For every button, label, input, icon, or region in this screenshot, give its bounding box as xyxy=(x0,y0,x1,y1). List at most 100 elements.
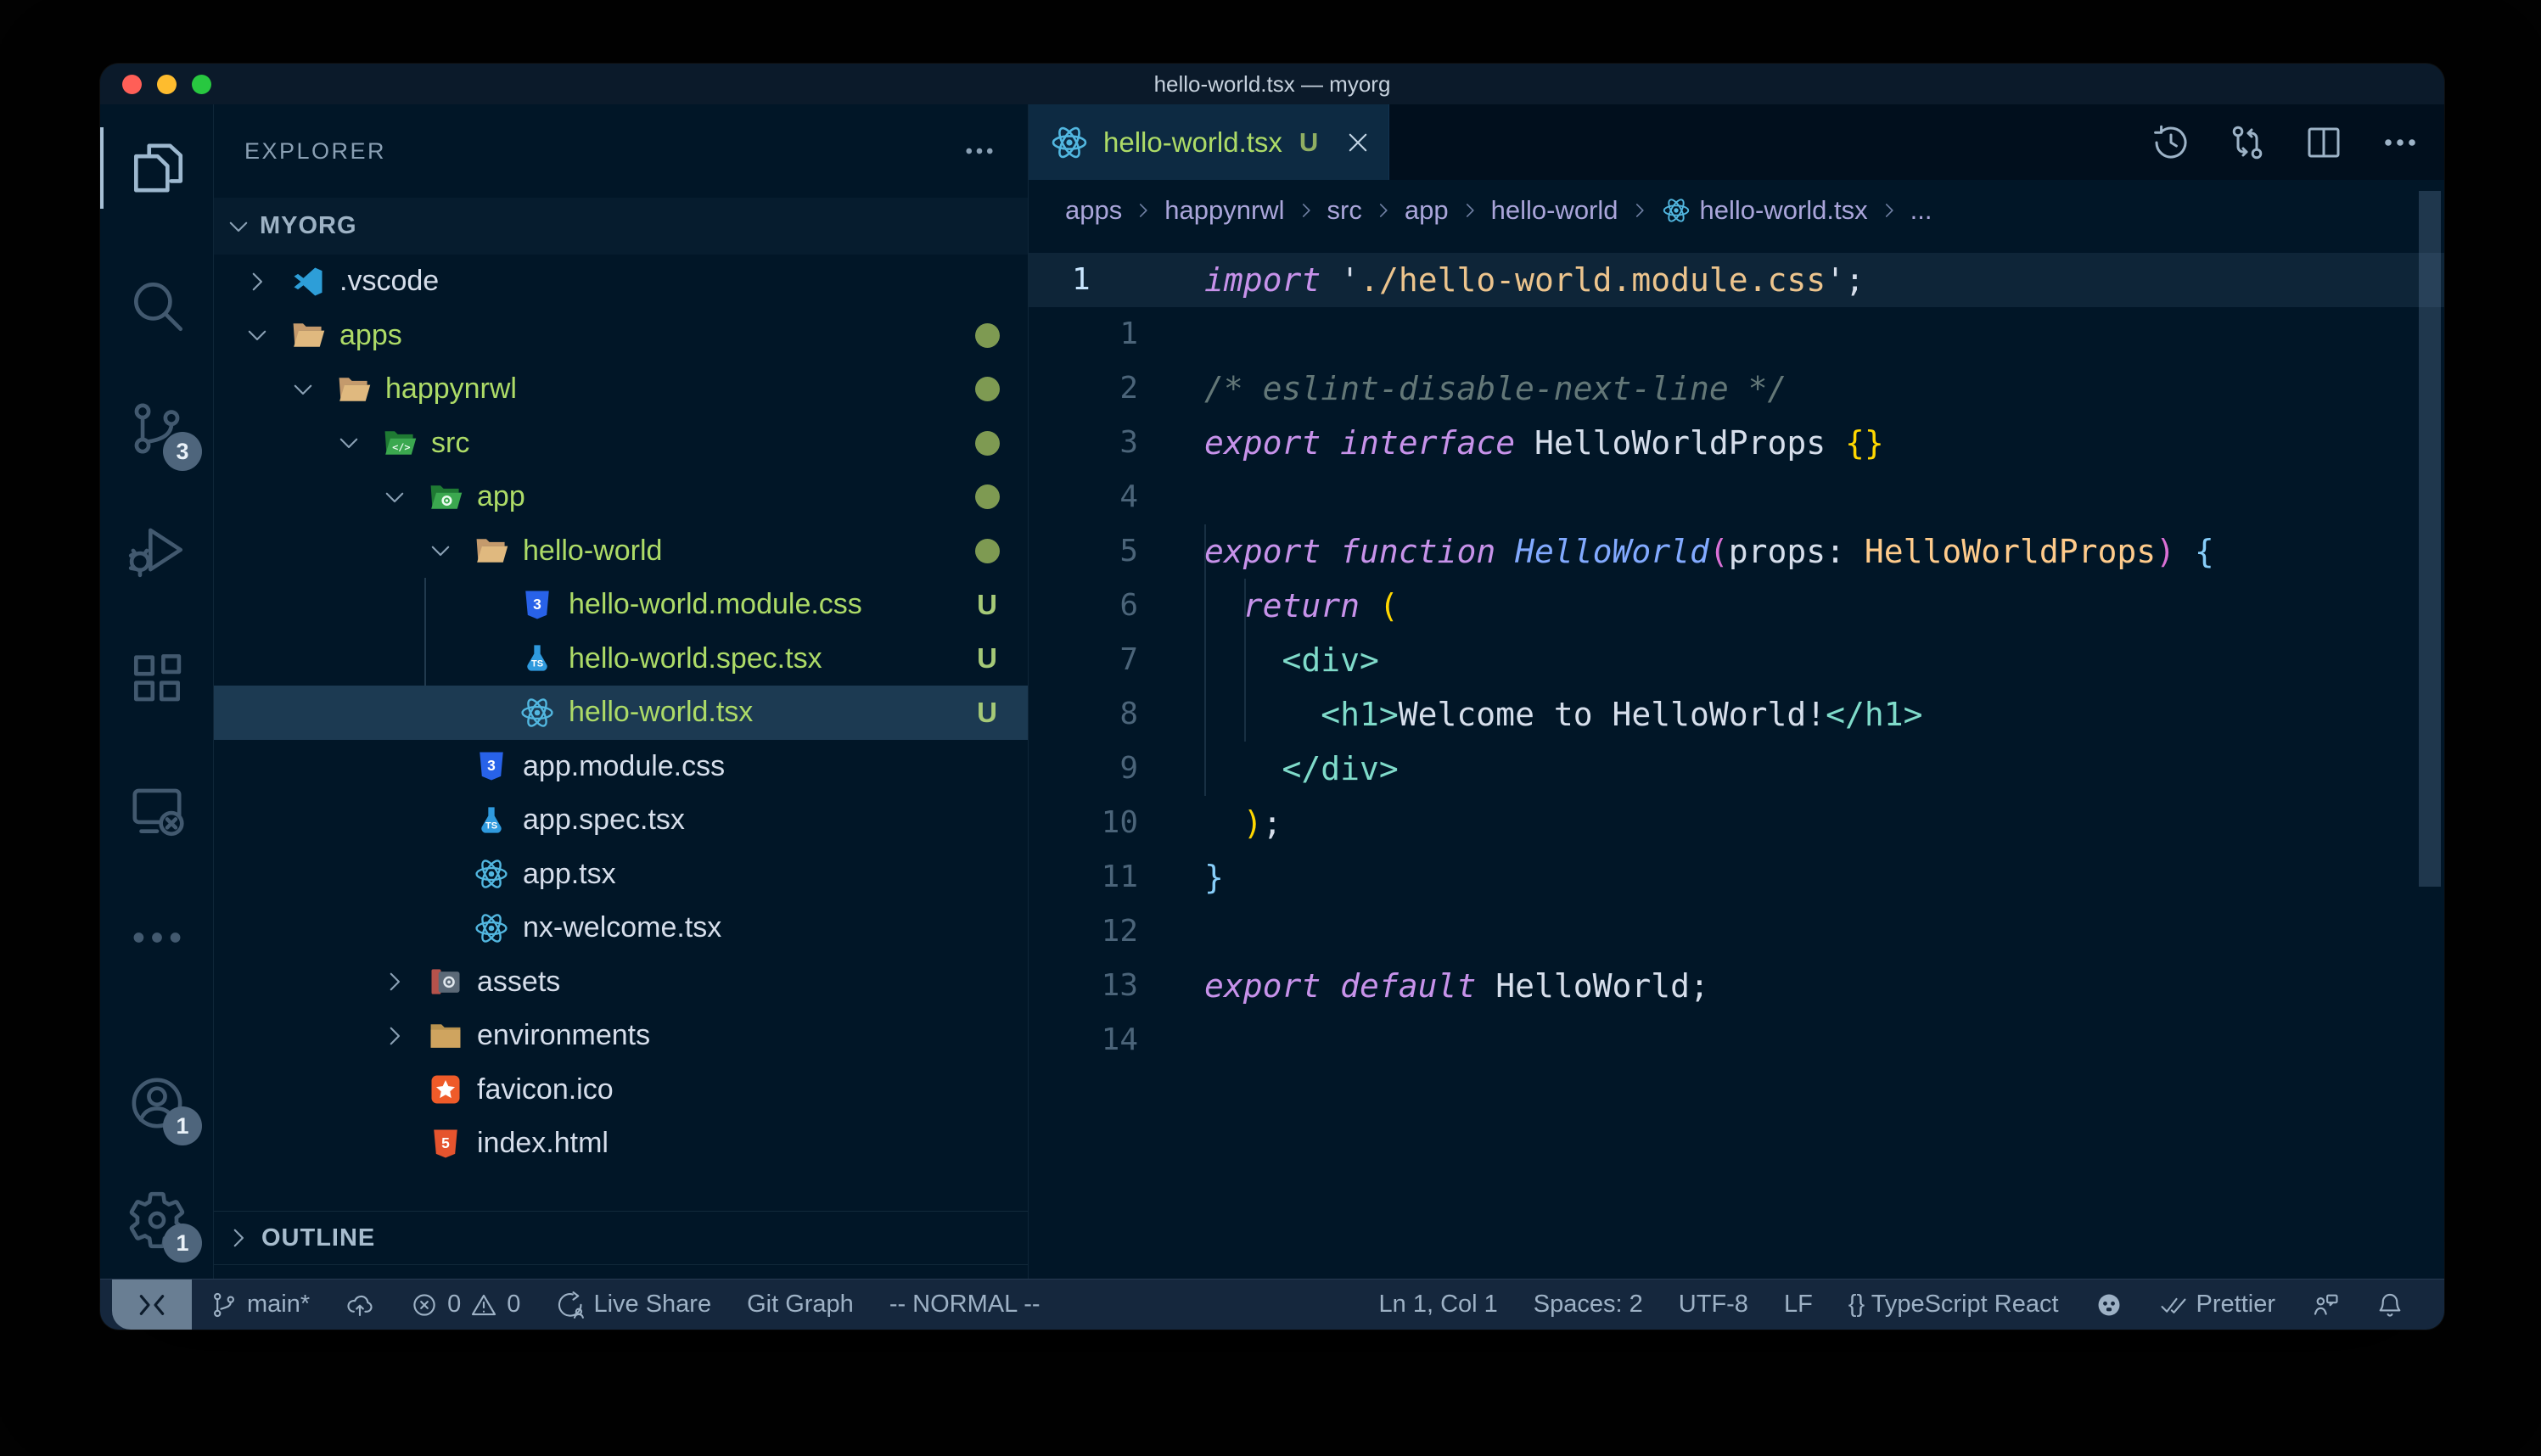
activity-item-source-control[interactable]: 3 xyxy=(100,384,214,473)
status-item-label: {} TypeScript React xyxy=(1848,1291,2059,1319)
activity-badge-accounts: 1 xyxy=(163,1106,202,1145)
tree-item-src[interactable]: </>src xyxy=(214,417,1028,471)
status-item-indentation[interactable]: Spaces: 2 xyxy=(1516,1280,1661,1330)
tab-bar: hello-world.tsx U xyxy=(1029,104,2444,180)
breadcrumb-item[interactable]: app xyxy=(1405,195,1449,226)
editor-group: hello-world.tsx U appshappynrwlsrcapphel… xyxy=(1029,104,2444,1279)
status-item-live-share[interactable]: Live Share xyxy=(538,1280,729,1330)
tree-item-app-spec-tsx[interactable]: TSapp.spec.tsx xyxy=(214,793,1028,848)
cloud-upload-icon xyxy=(345,1291,374,1319)
status-item-git-branch[interactable]: main* xyxy=(192,1280,328,1330)
close-window-button[interactable] xyxy=(122,75,142,94)
status-item-vim-mode[interactable]: -- NORMAL -- xyxy=(872,1280,1058,1330)
activity-item-run-debug[interactable] xyxy=(100,506,214,594)
workspace-name: MYORG xyxy=(260,212,357,240)
untracked-badge: U xyxy=(977,642,997,675)
workspace-section-header[interactable]: MYORG xyxy=(214,198,1028,255)
breadcrumb-label: hello-world xyxy=(1491,195,1618,226)
editor-scrollbar[interactable] xyxy=(2419,191,2441,887)
remote-explorer-icon xyxy=(126,779,188,842)
tree-item-happynrwl[interactable]: happynrwl xyxy=(214,362,1028,417)
remote-indicator-button[interactable] xyxy=(112,1280,192,1330)
chevron-down-icon xyxy=(224,212,253,241)
status-item-language-mode[interactable]: {} TypeScript React xyxy=(1831,1280,2077,1330)
files-icon xyxy=(126,137,188,199)
tree-item-environments[interactable]: environments xyxy=(214,1009,1028,1063)
tab-git-status-badge: U xyxy=(1299,127,1318,158)
tree-item-assets[interactable]: assets xyxy=(214,955,1028,1010)
activity-item-more-views[interactable] xyxy=(100,893,214,982)
status-item-notifications[interactable] xyxy=(2358,1280,2422,1330)
status-item-github[interactable] xyxy=(2077,1280,2141,1330)
editor-actions xyxy=(2151,104,2420,180)
breadcrumb-item[interactable]: hello-world.tsx xyxy=(1661,195,1868,226)
tree-item-favicon-ico[interactable]: favicon.ico xyxy=(214,1063,1028,1117)
tab-hello-world-tsx[interactable]: hello-world.tsx U xyxy=(1029,104,1389,180)
breadcrumb-item[interactable]: ... xyxy=(1910,195,1932,226)
tree-item-index-html[interactable]: 5index.html xyxy=(214,1117,1028,1171)
breadcrumb-item[interactable]: happynrwl xyxy=(1164,195,1284,226)
code-line-content: export function HelloWorld(props: HelloW… xyxy=(1204,524,2214,579)
tree-item-hello-world-tsx[interactable]: hello-world.tsxU xyxy=(214,686,1028,740)
svg-text:3: 3 xyxy=(487,757,496,774)
zoom-window-button[interactable] xyxy=(192,75,211,94)
panel-header-outline[interactable]: OUTLINE xyxy=(214,1211,1028,1264)
breadcrumb-item[interactable]: hello-world xyxy=(1491,195,1618,226)
breadcrumb-separator xyxy=(1629,199,1651,221)
status-item-encoding[interactable]: UTF-8 xyxy=(1661,1280,1766,1330)
activity-item-explorer[interactable] xyxy=(100,124,214,212)
tree-item-app-module-css[interactable]: 3 app.module.css xyxy=(214,740,1028,794)
line-number-gutter: 14 xyxy=(1029,1013,1204,1067)
css-icon: 3 xyxy=(472,748,511,785)
react-icon xyxy=(472,855,511,893)
minimize-window-button[interactable] xyxy=(157,75,177,94)
svg-text:5: 5 xyxy=(441,1134,450,1151)
folder-open-icon xyxy=(289,316,328,354)
dot-icon xyxy=(975,484,1000,509)
close-tab-button[interactable] xyxy=(1343,128,1372,157)
status-item-cursor-position[interactable]: Ln 1, Col 1 xyxy=(1361,1280,1516,1330)
tree-item-hello-world-spec-tsx[interactable]: TShello-world.spec.tsxU xyxy=(214,632,1028,686)
tree-item-label: app.module.css xyxy=(523,750,968,783)
views-and-more-actions-button[interactable] xyxy=(962,133,997,169)
open-timeline-button[interactable] xyxy=(2151,122,2191,163)
status-item-problems[interactable]: 00 xyxy=(392,1280,538,1330)
tree-item-apps[interactable]: apps xyxy=(214,309,1028,363)
breadcrumb-item[interactable]: apps xyxy=(1065,195,1122,226)
line-number: 5 xyxy=(1119,524,1138,579)
git-modified-dot xyxy=(968,484,1006,509)
status-item-eol[interactable]: LF xyxy=(1766,1280,1831,1330)
dot-icon xyxy=(975,431,1000,456)
open-changes-button[interactable] xyxy=(2227,122,2268,163)
line-number: 7 xyxy=(1119,633,1138,687)
status-item-feedback[interactable] xyxy=(2293,1280,2358,1330)
line-number: 3 xyxy=(1119,416,1138,470)
untracked-badge: U xyxy=(977,589,997,621)
more-actions-button[interactable] xyxy=(2380,122,2420,163)
file-tree: .vscodeappshappynrwl</>src app hello-world… xyxy=(214,255,1028,1171)
tree-item-app-tsx[interactable]: app.tsx xyxy=(214,848,1028,902)
tree-item-nx-welcome-tsx[interactable]: nx-welcome.tsx xyxy=(214,901,1028,955)
search-icon xyxy=(126,274,188,337)
tree-item--vscode[interactable]: .vscode xyxy=(214,255,1028,309)
activity-item-accounts[interactable]: 1 xyxy=(100,1059,214,1147)
breadcrumb-item[interactable]: src xyxy=(1327,195,1362,226)
tree-item-hello-world-module-css[interactable]: 3hello-world.module.cssU xyxy=(214,578,1028,632)
line-number-gutter: 11 xyxy=(1029,850,1204,904)
status-item-git-graph[interactable]: Git Graph xyxy=(729,1280,872,1330)
activity-item-search[interactable] xyxy=(100,261,214,350)
activity-item-remote-explorer[interactable] xyxy=(100,766,214,854)
status-item-prettier[interactable]: Prettier xyxy=(2141,1280,2293,1330)
code-line: 4 xyxy=(1029,470,2444,524)
status-item-label: LF xyxy=(1784,1291,1813,1319)
panel-header-timeline[interactable]: TIMELINE xyxy=(214,1264,1028,1279)
debug-icon xyxy=(126,518,188,581)
activity-item-settings[interactable]: 1 xyxy=(100,1176,214,1264)
tree-item-hello-world[interactable]: hello-world xyxy=(214,524,1028,579)
status-item-sync[interactable] xyxy=(328,1280,392,1330)
tree-item-label: app xyxy=(477,480,968,513)
split-editor-button[interactable] xyxy=(2303,122,2344,163)
code-editor[interactable]: 1import './hello-world.module.css';12/* … xyxy=(1029,241,2444,1279)
tree-item-app[interactable]: app xyxy=(214,470,1028,524)
activity-item-extensions[interactable] xyxy=(100,635,214,723)
